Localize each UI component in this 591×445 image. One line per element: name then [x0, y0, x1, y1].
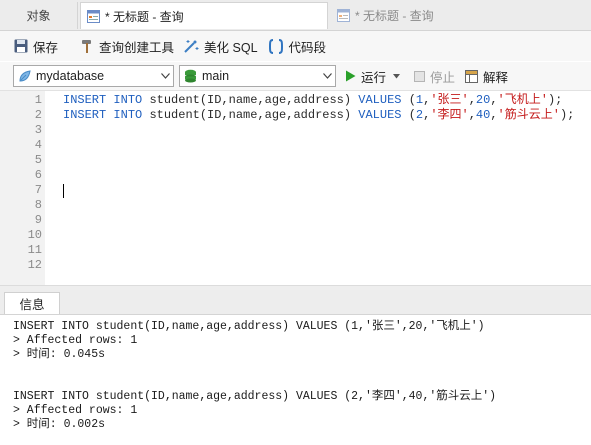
sql-keyword: VALUES — [358, 108, 402, 122]
sql-text: , — [490, 108, 498, 122]
code-line: INSERT INTO student(ID,name,age,address)… — [63, 93, 562, 108]
query-builder-button[interactable]: 查询创建工具 — [80, 34, 174, 58]
run-label: 运行 — [361, 70, 387, 85]
database-select[interactable]: mydatabase — [13, 65, 174, 87]
save-label: 保存 — [33, 40, 59, 55]
tab-query-inactive-label: * 无标题 - 查询 — [355, 9, 434, 23]
line-number: 12 — [27, 258, 42, 272]
sql-text: student(ID,name,age,address) — [149, 93, 352, 107]
tab-objects-label: 对象 — [26, 9, 51, 23]
sql-string: '李四' — [430, 108, 469, 122]
schema-select-value: main — [202, 69, 230, 83]
sql-keyword: INTO — [113, 108, 143, 122]
message-line: > Affected rows: 1 — [13, 404, 138, 417]
message-line: INSERT INTO student(ID,name,age,address)… — [13, 390, 497, 403]
sql-text: ); — [559, 108, 575, 122]
code-line: INSERT INTO student(ID,name,age,address)… — [63, 108, 574, 123]
hammer-icon — [80, 39, 94, 53]
code-snippet-button[interactable]: 代码段 — [268, 34, 327, 58]
sql-string: '筋斗云上' — [497, 108, 560, 122]
explain-label: 解释 — [483, 70, 509, 85]
explain-icon — [465, 69, 478, 83]
tab-messages[interactable]: 信息 — [4, 292, 60, 314]
explain-button[interactable]: 解释 — [465, 67, 508, 85]
tab-messages-label: 信息 — [19, 298, 45, 312]
sql-text: student(ID,name,age,address) — [149, 108, 352, 122]
save-icon — [14, 39, 28, 53]
sql-keyword: INTO — [113, 93, 143, 107]
tab-query-active-label: * 无标题 - 查询 — [105, 9, 184, 24]
line-number: 3 — [34, 123, 42, 137]
toolbar: 保存 查询创建工具 美化 SQL 代码段 — [0, 31, 591, 61]
sql-number: 40 — [475, 108, 491, 122]
text-caret — [63, 184, 64, 198]
database-leaf-icon — [18, 69, 31, 83]
query-builder-label: 查询创建工具 — [99, 40, 175, 55]
sql-number: 20 — [475, 93, 491, 107]
line-number: 10 — [27, 228, 42, 242]
connection-bar: mydatabase main 运行 停止 解释 — [0, 62, 591, 91]
chevron-down-icon[interactable] — [319, 73, 335, 79]
wand-icon — [183, 39, 199, 53]
stop-button[interactable]: 停止 — [414, 67, 455, 85]
line-number: 11 — [27, 243, 42, 257]
schema-select[interactable]: main — [179, 65, 336, 87]
sql-text: ); — [547, 93, 563, 107]
play-icon — [345, 70, 356, 82]
line-number: 4 — [34, 138, 42, 152]
sql-text: , — [468, 108, 476, 122]
sql-keyword: VALUES — [358, 93, 402, 107]
message-line: > 时间: 0.045s — [13, 348, 106, 361]
line-number: 9 — [34, 213, 42, 227]
tab-query-inactive[interactable]: * 无标题 - 查询 — [331, 2, 591, 29]
tab-objects[interactable]: 对象 — [0, 2, 78, 29]
line-number: 7 — [34, 183, 42, 197]
result-tabs: 信息 — [0, 290, 591, 315]
beautify-sql-label: 美化 SQL — [204, 40, 258, 55]
sql-keyword: INSERT — [63, 93, 107, 107]
code-snippet-label: 代码段 — [288, 40, 327, 55]
sql-string: '张三' — [430, 93, 469, 107]
query-tab-icon — [87, 9, 100, 23]
line-number: 2 — [34, 108, 42, 122]
save-button[interactable]: 保存 — [14, 34, 58, 58]
line-number: 5 — [34, 153, 42, 167]
sql-keyword: INSERT — [63, 108, 107, 122]
line-number: 8 — [34, 198, 42, 212]
sql-text: ( — [408, 108, 416, 122]
tab-bar: 对象 * 无标题 - 查询 * 无标题 - 查询 — [0, 0, 591, 31]
sql-editor[interactable]: 1 2 3 4 5 6 7 8 9 10 11 12 INSERT INTO s… — [0, 91, 591, 285]
line-number: 6 — [34, 168, 42, 182]
database-select-value: mydatabase — [36, 69, 105, 83]
stop-icon — [414, 70, 425, 82]
sql-string: '飞机上' — [497, 93, 548, 107]
chevron-down-icon[interactable] — [157, 73, 173, 79]
line-number: 1 — [34, 93, 42, 107]
schema-stack-icon — [184, 69, 197, 84]
beautify-sql-button[interactable]: 美化 SQL — [183, 34, 258, 58]
run-dropdown-icon[interactable] — [393, 73, 401, 79]
query-tab-icon — [337, 9, 350, 22]
sql-text: , — [490, 93, 498, 107]
message-line: > Affected rows: 1 — [13, 334, 138, 347]
stop-label: 停止 — [430, 70, 456, 85]
message-line: INSERT INTO student(ID,name,age,address)… — [13, 320, 485, 333]
tab-query-active[interactable]: * 无标题 - 查询 — [80, 2, 328, 29]
braces-icon — [268, 38, 284, 54]
message-line: > 时间: 0.002s — [13, 418, 106, 431]
run-button[interactable]: 运行 — [345, 67, 401, 85]
messages-output: INSERT INTO student(ID,name,age,address)… — [0, 315, 591, 445]
sql-text: ( — [408, 93, 416, 107]
sql-text: , — [468, 93, 476, 107]
